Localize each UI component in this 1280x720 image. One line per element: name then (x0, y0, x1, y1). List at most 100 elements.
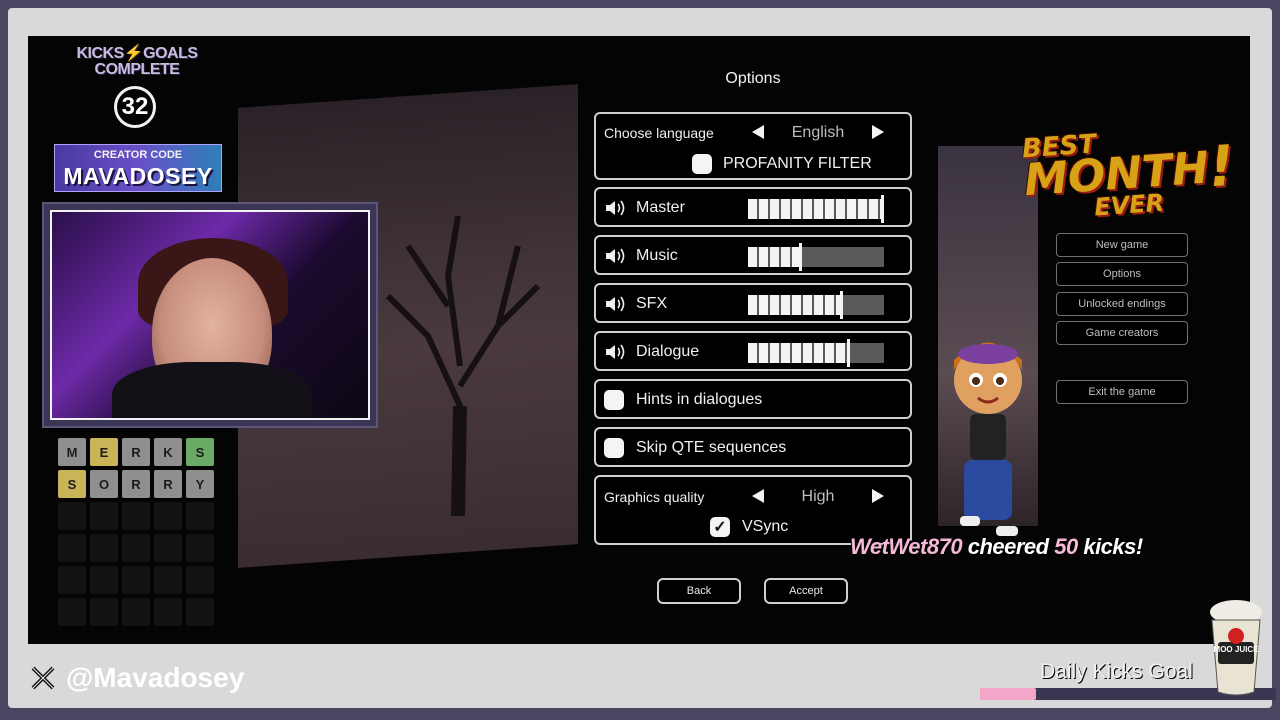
checkmark-icon: ✓ (713, 519, 727, 536)
volume-sfx-slider[interactable] (748, 291, 884, 319)
word-tile (186, 534, 214, 562)
volume-dialogue-slider[interactable] (748, 339, 884, 367)
word-tile: R (122, 470, 150, 498)
creator-code-label: CREATOR CODE (93, 149, 183, 161)
menu-options[interactable]: Options (1056, 262, 1188, 286)
x-logo-icon (31, 666, 55, 690)
vsync-label: VSync (742, 518, 789, 535)
triangle-right-icon[interactable] (872, 125, 884, 139)
word-tile (90, 566, 118, 594)
menu-new-game[interactable]: New game (1056, 233, 1188, 257)
word-tile (154, 598, 182, 626)
social-handle: @Mavadosey (30, 662, 244, 694)
triangle-right-icon[interactable] (872, 489, 884, 503)
cartoon-character (954, 342, 1022, 536)
slider-knob[interactable] (881, 195, 884, 223)
volume-music-slider[interactable] (748, 243, 884, 271)
options-title: Options (725, 70, 781, 87)
word-tile (90, 534, 118, 562)
hints-label: Hints in dialogues (636, 391, 763, 408)
word-tile: R (122, 438, 150, 466)
word-tile (90, 502, 118, 530)
speaker-icon (606, 296, 625, 312)
volume-fill (748, 247, 801, 267)
word-tile (186, 598, 214, 626)
menu-exit-game[interactable]: Exit the game (1056, 380, 1188, 404)
creator-code-banner: CREATOR CODE MAVADOSEY (54, 144, 222, 192)
vsync-checkbox[interactable]: ✓ (710, 517, 730, 537)
word-tile (186, 566, 214, 594)
social-handle-text: @Mavadosey (66, 662, 245, 693)
word-tile: K (154, 438, 182, 466)
volume-master-slider[interactable] (748, 195, 884, 223)
word-tile: Y (186, 470, 214, 498)
best-month-ever-logo: BEST MONTH ! EVER (1021, 123, 1237, 223)
word-tile: E (90, 438, 118, 466)
graphics-value: High (801, 488, 835, 505)
cheer-alert: WetWet870 cheered 50 kicks! (850, 534, 1143, 560)
triangle-left-icon[interactable] (752, 489, 764, 503)
word-tile (186, 502, 214, 530)
moo-juice-cup: MOO JUICE (1210, 600, 1262, 696)
hints-checkbox[interactable] (604, 390, 624, 410)
cheer-amount: 50 (1054, 534, 1078, 559)
tree-silhouette (385, 215, 541, 516)
language-value: English (791, 124, 845, 141)
cheer-user: WetWet870 (850, 534, 963, 559)
volume-music-panel: Music (594, 235, 912, 275)
profanity-filter-checkbox[interactable] (692, 154, 712, 174)
webcam-feed (50, 210, 370, 420)
word-tile (58, 566, 86, 594)
word-tile: S (58, 470, 86, 498)
slider-knob[interactable] (847, 339, 850, 367)
word-tile (154, 502, 182, 530)
creator-code-value: MAVADOSEY (63, 163, 213, 189)
profanity-filter-label: PROFANITY FILTER (723, 155, 872, 172)
word-tile (58, 502, 86, 530)
word-tile (122, 502, 150, 530)
word-tile: S (186, 438, 214, 466)
volume-label: Dialogue (636, 343, 700, 360)
word-tile: O (90, 470, 118, 498)
skip-qte-label: Skip QTE sequences (636, 439, 787, 456)
speaker-icon (606, 200, 625, 216)
kicks-goals-count: 32 (114, 86, 156, 128)
volume-label: SFX (636, 295, 668, 312)
triangle-left-icon[interactable] (752, 125, 764, 139)
volume-fill (748, 199, 882, 219)
word-tile (90, 598, 118, 626)
language-label: Choose language (604, 125, 714, 141)
word-tile (58, 598, 86, 626)
speaker-icon (606, 344, 625, 360)
goal-progress-fill (980, 688, 1037, 700)
slider-knob[interactable] (840, 291, 844, 319)
kicks-goals-line1: KICKS⚡GOALS (76, 45, 198, 62)
back-button[interactable]: Back (657, 578, 741, 604)
webcam-frame (42, 202, 378, 428)
hints-panel[interactable]: Hints in dialogues (594, 379, 912, 419)
volume-sfx-panel: SFX (594, 283, 912, 323)
word-tile (122, 534, 150, 562)
volume-master-panel: Master (594, 187, 912, 227)
volume-dialogue-panel: Dialogue (594, 331, 912, 371)
volume-fill (748, 295, 842, 315)
speaker-icon (606, 248, 625, 264)
word-tile (58, 534, 86, 562)
volume-label: Master (636, 199, 685, 216)
language-panel: Choose language English PROFANITY FILTER (594, 112, 912, 180)
word-tile (154, 566, 182, 594)
kicks-goals-line2: COMPLETE (94, 61, 180, 78)
menu-game-creators[interactable]: Game creators (1056, 321, 1188, 345)
menu-unlocked-endings[interactable]: Unlocked endings (1056, 292, 1188, 316)
volume-fill (748, 343, 848, 363)
skip-qte-checkbox[interactable] (604, 438, 624, 458)
accept-button[interactable]: Accept (764, 578, 848, 604)
graphics-label: Graphics quality (604, 489, 705, 505)
word-tile (122, 566, 150, 594)
moo-juice-text: MOO JUICE (1214, 645, 1260, 654)
skip-qte-panel[interactable]: Skip QTE sequences (594, 427, 912, 467)
word-tile (154, 534, 182, 562)
cheer-middle: cheered (967, 534, 1049, 559)
slider-knob[interactable] (799, 243, 803, 271)
volume-label: Music (636, 247, 678, 264)
